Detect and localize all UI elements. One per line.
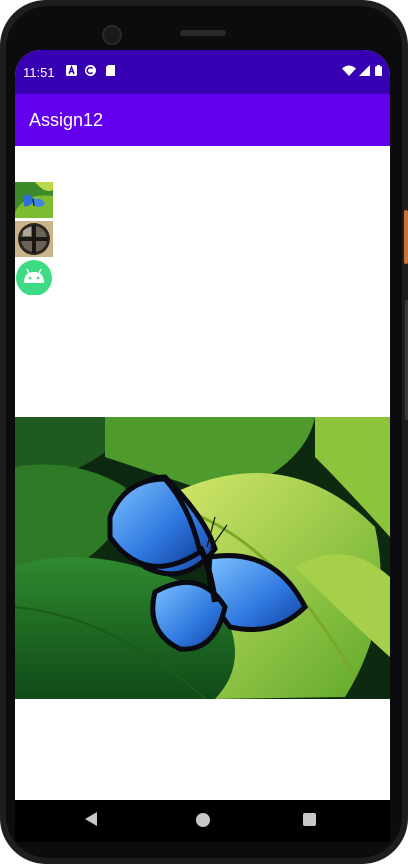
app-bar: Assign12 bbox=[15, 94, 390, 146]
front-camera bbox=[102, 25, 122, 45]
window-thumbnail-image bbox=[15, 221, 53, 257]
android-thumbnail-image bbox=[16, 260, 52, 295]
back-icon[interactable] bbox=[85, 812, 97, 826]
butterfly-thumbnail[interactable] bbox=[15, 182, 53, 218]
butterfly-thumbnail-image bbox=[15, 182, 53, 218]
power-button bbox=[404, 210, 408, 264]
window-thumbnail[interactable] bbox=[15, 221, 53, 257]
navigation-bar bbox=[15, 800, 390, 842]
device-frame: 11:51 Assign12 bbox=[0, 0, 408, 864]
a-notification-icon bbox=[66, 65, 77, 76]
status-time: 11:51 bbox=[23, 65, 55, 80]
butterfly-image bbox=[15, 417, 390, 699]
earpiece-speaker bbox=[180, 30, 226, 36]
cell-signal-icon bbox=[359, 65, 370, 76]
battery-icon bbox=[375, 65, 382, 76]
sd-card-icon bbox=[106, 65, 115, 76]
butterfly-image-graphic bbox=[15, 417, 390, 699]
app-title: Assign12 bbox=[29, 110, 104, 130]
app-screen: 11:51 Assign12 bbox=[15, 50, 390, 800]
wifi-icon bbox=[342, 65, 356, 76]
android-thumbnail[interactable] bbox=[15, 259, 53, 295]
status-bar: 11:51 bbox=[15, 50, 390, 94]
c-notification-icon bbox=[85, 65, 96, 76]
home-icon[interactable] bbox=[196, 813, 210, 827]
recents-icon[interactable] bbox=[303, 813, 316, 826]
